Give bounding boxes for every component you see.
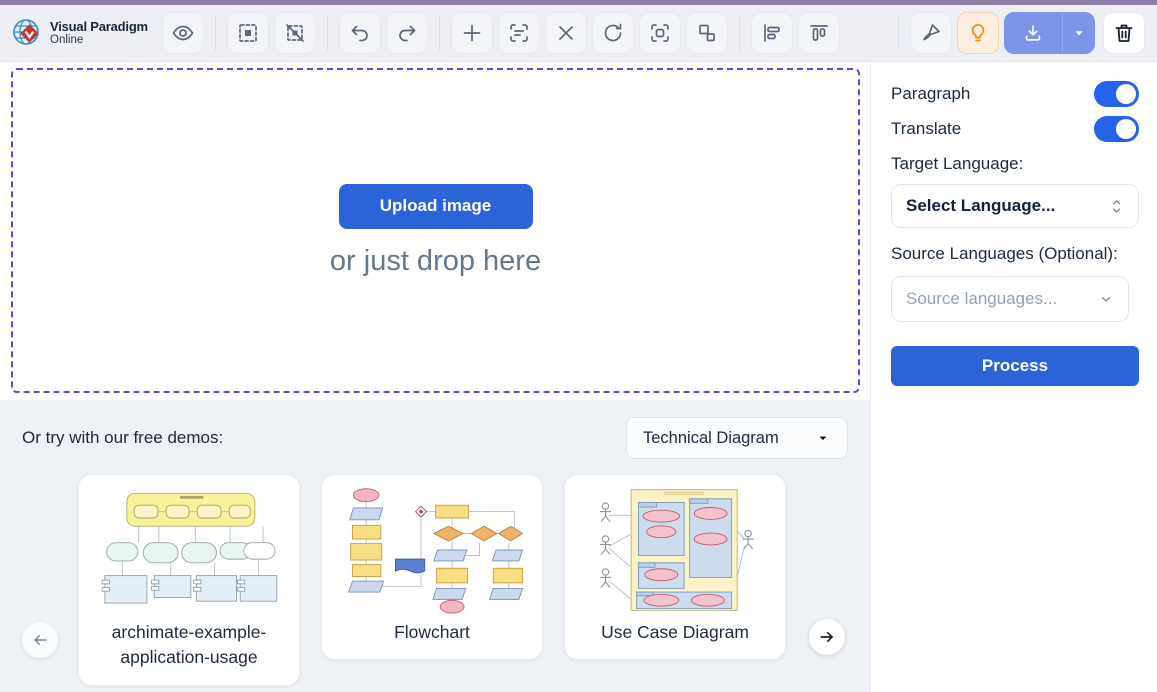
align-top-icon: [807, 21, 831, 45]
format-painter-button[interactable]: [910, 12, 952, 54]
deselect-icon: [283, 21, 307, 45]
target-language-select[interactable]: Select Language...: [891, 184, 1139, 228]
caret-down-icon: [1072, 26, 1086, 40]
plus-icon: [460, 21, 484, 45]
download-button[interactable]: [1004, 12, 1063, 54]
app-logo[interactable]: Visual Paradigm Online: [10, 15, 150, 51]
visual-paradigm-logo-icon: [10, 15, 46, 51]
carousel-prev-button[interactable]: [22, 622, 58, 658]
download-options-button[interactable]: [1063, 12, 1095, 54]
preview-button[interactable]: [162, 12, 204, 54]
demo-category-value: Technical Diagram: [643, 429, 779, 448]
eye-icon: [171, 21, 195, 45]
process-button[interactable]: Process: [891, 346, 1139, 386]
download-icon: [1022, 22, 1044, 44]
add-button[interactable]: [451, 12, 493, 54]
image-dropzone[interactable]: Upload image or just drop here: [11, 68, 860, 393]
lightbulb-icon: [966, 21, 990, 45]
demo-category-select[interactable]: Technical Diagram: [626, 417, 848, 459]
scan-text-button[interactable]: [498, 12, 540, 54]
demo-cards-row: archimate-example-application-usage: [22, 474, 848, 686]
redo-icon: [395, 21, 419, 45]
demos-section: Or try with our free demos: Technical Di…: [0, 400, 870, 692]
chevron-updown-icon: [1109, 198, 1124, 215]
logo-title: Visual Paradigm: [50, 20, 148, 34]
toolbar-separator: [898, 16, 899, 50]
scan-text-icon: [507, 21, 531, 45]
demo-card-label: archimate-example-application-usage: [93, 620, 285, 671]
chevron-down-icon: [1098, 291, 1114, 307]
redo-button[interactable]: [386, 12, 428, 54]
deselect-button[interactable]: [274, 12, 316, 54]
logo-subtitle: Online: [50, 34, 148, 46]
format-painter-icon: [919, 21, 943, 45]
target-language-label: Target Language:: [891, 154, 1139, 174]
flowchart-thumbnail: [336, 485, 528, 615]
demo-card-archimate[interactable]: archimate-example-application-usage: [78, 474, 300, 686]
source-language-label: Source Languages (Optional):: [891, 244, 1139, 264]
arrow-left-icon: [30, 630, 50, 650]
align-top-button[interactable]: [798, 12, 840, 54]
align-left-button[interactable]: [751, 12, 793, 54]
demo-card-label: Flowchart: [336, 620, 528, 645]
paragraph-label: Paragraph: [891, 84, 970, 104]
canvas-area: Upload image or just drop here: [0, 62, 870, 400]
close-button[interactable]: [545, 12, 587, 54]
select-all-icon: [236, 21, 260, 45]
drop-hint-text: or just drop here: [330, 245, 541, 278]
scan-region-button[interactable]: [639, 12, 681, 54]
source-language-select[interactable]: Source languages...: [891, 276, 1129, 322]
demo-card-label: Use Case Diagram: [579, 620, 771, 645]
toolbar-separator: [439, 16, 440, 50]
download-split-button: [1004, 12, 1095, 54]
delete-button[interactable]: [1103, 12, 1145, 54]
trash-icon: [1112, 21, 1136, 45]
toolbar-separator: [215, 16, 216, 50]
select-all-button[interactable]: [227, 12, 269, 54]
paragraph-toggle[interactable]: [1094, 81, 1139, 107]
main-area: Upload image or just drop here Or try wi…: [0, 62, 870, 692]
shapes-button[interactable]: [686, 12, 728, 54]
toolbar: Visual Paradigm Online: [0, 5, 1157, 62]
translate-toggle[interactable]: [1094, 116, 1139, 142]
carousel-next-button[interactable]: [809, 619, 845, 655]
arrow-right-icon: [817, 627, 837, 647]
chevron-down-icon: [815, 430, 831, 446]
translate-label: Translate: [891, 119, 961, 139]
demo-card-flowchart[interactable]: Flowchart: [321, 474, 543, 660]
shapes-icon: [695, 21, 719, 45]
demo-card-usecase[interactable]: Use Case Diagram: [564, 474, 786, 660]
rotate-button[interactable]: [592, 12, 634, 54]
undo-button[interactable]: [339, 12, 381, 54]
close-icon: [554, 21, 578, 45]
toolbar-right-group: [887, 12, 1145, 54]
source-language-placeholder: Source languages...: [906, 289, 1057, 309]
target-language-value: Select Language...: [906, 196, 1055, 216]
scan-region-icon: [648, 21, 672, 45]
hint-button[interactable]: [957, 12, 999, 54]
upload-image-button[interactable]: Upload image: [339, 184, 533, 229]
align-left-icon: [760, 21, 784, 45]
undo-icon: [348, 21, 372, 45]
demos-heading: Or try with our free demos:: [22, 428, 223, 448]
archimate-thumbnail: [93, 485, 285, 615]
rotate-icon: [601, 21, 625, 45]
toolbar-separator: [739, 16, 740, 50]
settings-panel: Paragraph Translate Target Language: Sel…: [870, 62, 1157, 692]
usecase-thumbnail: [579, 485, 771, 615]
toolbar-separator: [327, 16, 328, 50]
